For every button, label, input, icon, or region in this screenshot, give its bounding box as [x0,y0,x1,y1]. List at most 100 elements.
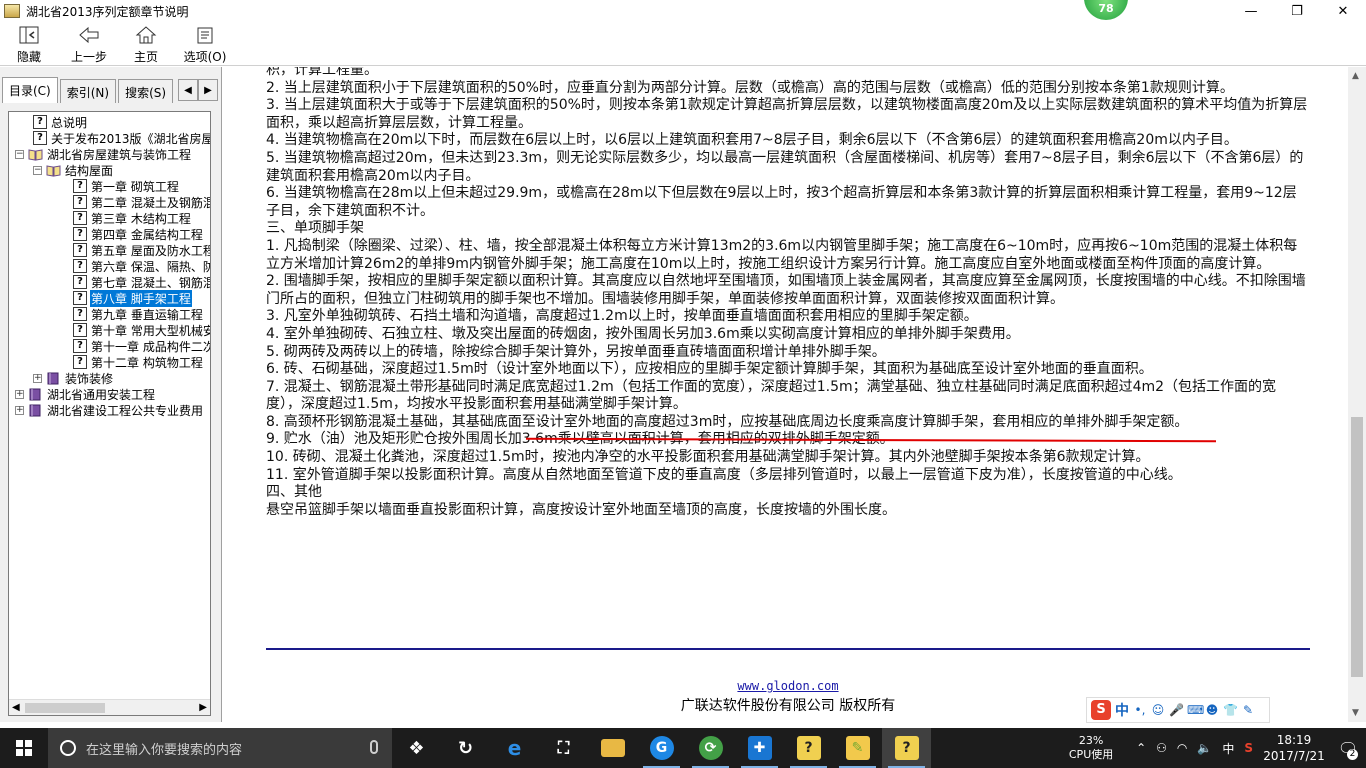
cortana-button[interactable]: ↻ [441,728,490,768]
keyboard-icon[interactable]: ⌨ [1187,703,1204,717]
scroll-left-icon[interactable]: ◀ [12,702,20,713]
tree-item-selected[interactable]: ? 第八章 脚手架工程 [73,289,192,307]
tree-item[interactable]: ? 第三章 木结构工程 [73,210,192,226]
back-button[interactable]: 上一步 [58,22,120,66]
floating-badge[interactable]: 78 [1084,0,1128,20]
skin-icon[interactable]: 👕 [1223,703,1238,717]
help-viewer-button[interactable]: ? [882,728,931,768]
paragraph: 3. 当上层建筑面积大于或等于下层建筑面积的50%时，则按本条第1款规定计算超高… [266,97,1308,131]
website-link[interactable]: www.glodon.com [226,679,1350,693]
tree-item[interactable]: ? 第十一章 成品构件二次 [73,338,210,354]
paragraph: 7. 混凝土、钢筋混凝土带形基础同时满足底宽超过1.2m（包括工作面的宽度），深… [266,378,1277,413]
tray-overflow-icon[interactable]: ⌃ [1136,741,1146,755]
tree-item[interactable]: ? 第二章 混凝土及钢筋混 [73,194,210,210]
tab-contents[interactable]: 目录(C) [2,77,58,103]
book-icon [29,388,41,400]
action-center-button[interactable]: 🗨 2 [1330,728,1366,768]
edge-button[interactable]: e [490,728,539,768]
input-language[interactable]: 中 [1222,740,1234,757]
paragraph: 5. 当建筑物檐高超过20m，但未达到23.3m，则无论实际层数多少，均以最高一… [266,149,1304,184]
tree-item[interactable]: ? 关于发布2013版《湖北省房屋 [33,130,210,146]
tree-item[interactable]: + 湖北省通用安装工程 [15,386,156,402]
taskbar-search-box[interactable]: 在这里输入你要搜索的内容 [48,728,392,768]
cpu-label: CPU使用 [1068,748,1114,761]
tab-index[interactable]: 索引(N) [59,79,117,103]
tree-item[interactable]: ? 第十章 常用大型机械安 [73,322,210,338]
scroll-up-icon[interactable]: ▲ [1352,71,1359,81]
ime-mode[interactable]: 中 [1115,700,1129,720]
tree-item[interactable]: − 结构屋面 [33,162,114,178]
notes-app-button[interactable]: ✎ [833,728,882,768]
paragraph: 4. 当建筑物檐高在20m以下时，而层数在6层以上时，以6层以上建筑面积套用7~… [266,132,1238,149]
tree-item[interactable]: ? 第九章 垂直运输工程 [73,306,204,322]
hide-button[interactable]: 隐藏 [0,22,58,66]
microphone-icon[interactable]: 🎤 [1169,703,1184,717]
help-file-button[interactable]: ? [784,728,833,768]
sync-app-button[interactable]: ⟳ [686,728,735,768]
tree-item[interactable]: ? 第四章 金属结构工程 [73,226,204,242]
microphone-icon[interactable] [370,740,378,754]
task-view-icon: ❖ [408,737,425,759]
start-button[interactable] [0,728,48,768]
options-button[interactable]: 选项(O) [172,22,238,66]
tool-app-button[interactable]: ✚ [735,728,784,768]
task-view-button[interactable]: ❖ [392,728,441,768]
tree-item[interactable]: + 装饰装修 [33,370,114,386]
paragraph: 11. 室外管道脚手架以投影面积计算。高度从自然地面至管道下皮的垂直高度（多层排… [266,466,1182,483]
minimize-button[interactable]: — [1228,0,1274,22]
tree-item[interactable]: + 湖北省建设工程公共专业费用 [15,402,204,418]
volume-icon[interactable]: 🔈 [1197,741,1212,755]
scroll-thumb[interactable] [1351,417,1363,677]
search-placeholder: 在这里输入你要搜索的内容 [86,742,243,758]
help-topic-icon: ? [73,179,87,193]
glodon-button[interactable]: G [637,728,686,768]
emoji-icon[interactable]: ☺ [1151,703,1165,717]
user-icon[interactable]: ☻ [1205,703,1219,717]
help-topic-icon: ? [33,115,47,129]
scroll-down-icon[interactable]: ▼ [1352,708,1359,718]
tree-horizontal-scrollbar[interactable]: ◀ ▶ [9,699,210,715]
tab-scroll-left-button[interactable]: ◀ [178,79,198,101]
help-file-icon: ? [796,736,821,760]
wifi-icon[interactable]: ◠ [1177,741,1187,755]
collapse-icon[interactable]: − [33,165,42,175]
clock[interactable]: 18:19 2017/7/21 [1258,732,1330,764]
tree-item[interactable]: ? 第六章 保温、隔热、防 [73,258,210,274]
help-topic-icon: ? [73,243,87,257]
cpu-percent: 23% [1078,734,1104,747]
content-vertical-scrollbar[interactable]: ▲ ▼ [1348,67,1366,722]
expand-icon[interactable]: + [15,405,24,415]
people-icon[interactable]: ⚇ [1156,741,1167,755]
tree-item[interactable]: ? 第五章 屋面及防水工程 [73,242,210,258]
paragraph: 2. 围墙脚手架，按相应的里脚手架定额以面积计算。其高度应以自然地坪至围墙顶，如… [266,273,1306,307]
tree-item[interactable]: ? 第十二章 构筑物工程 [73,354,204,370]
clock-time: 18:19 [1276,733,1312,747]
tab-search[interactable]: 搜索(S) [118,79,174,103]
maximize-button[interactable]: ❐ [1274,0,1320,22]
expand-icon[interactable]: + [33,373,42,383]
cpu-meter[interactable]: 23% CPU使用 [1061,734,1121,762]
collapse-icon[interactable]: − [15,149,24,159]
footer-rule [266,648,1310,650]
paragraph: 10. 砖砌、混凝土化粪池，深度超过1.5m时，按池内净空的水平投影面积套用基础… [266,449,1150,466]
wrench-icon[interactable]: ✎ [1241,703,1255,717]
sogou-tray-icon[interactable]: S [1244,741,1253,755]
tree-item[interactable]: ? 第七章 混凝土、钢筋混 [73,274,210,290]
home-button[interactable]: 主页 [120,22,172,66]
punctuation-icon[interactable]: •, [1133,703,1147,717]
tree-item[interactable]: ? 第一章 砌筑工程 [73,178,180,194]
help-topic-icon: ? [73,355,87,369]
store-button[interactable]: ⛶ [539,728,588,768]
sogou-logo-icon[interactable]: S [1091,700,1111,720]
tree-item[interactable]: − 湖北省房屋建筑与装饰工程 [15,146,192,162]
scroll-right-icon[interactable]: ▶ [199,702,207,713]
tab-scroll-right-button[interactable]: ▶ [198,79,218,101]
scroll-thumb[interactable] [25,703,105,713]
close-button[interactable]: ✕ [1320,0,1366,22]
options-label: 选项(O) [183,50,227,64]
ime-toolbar[interactable]: S 中 •, ☺ 🎤 ⌨ ☻ 👕 ✎ [1086,697,1270,723]
explorer-button[interactable] [588,728,637,768]
tree-item[interactable]: ? 总说明 [33,114,88,130]
paragraph-underlined: 5. 砌两砖及两砖以上的砖墙，除按综合脚手架计算外，另按单面垂直砖墙面面积增计单… [266,343,886,360]
expand-icon[interactable]: + [15,389,24,399]
